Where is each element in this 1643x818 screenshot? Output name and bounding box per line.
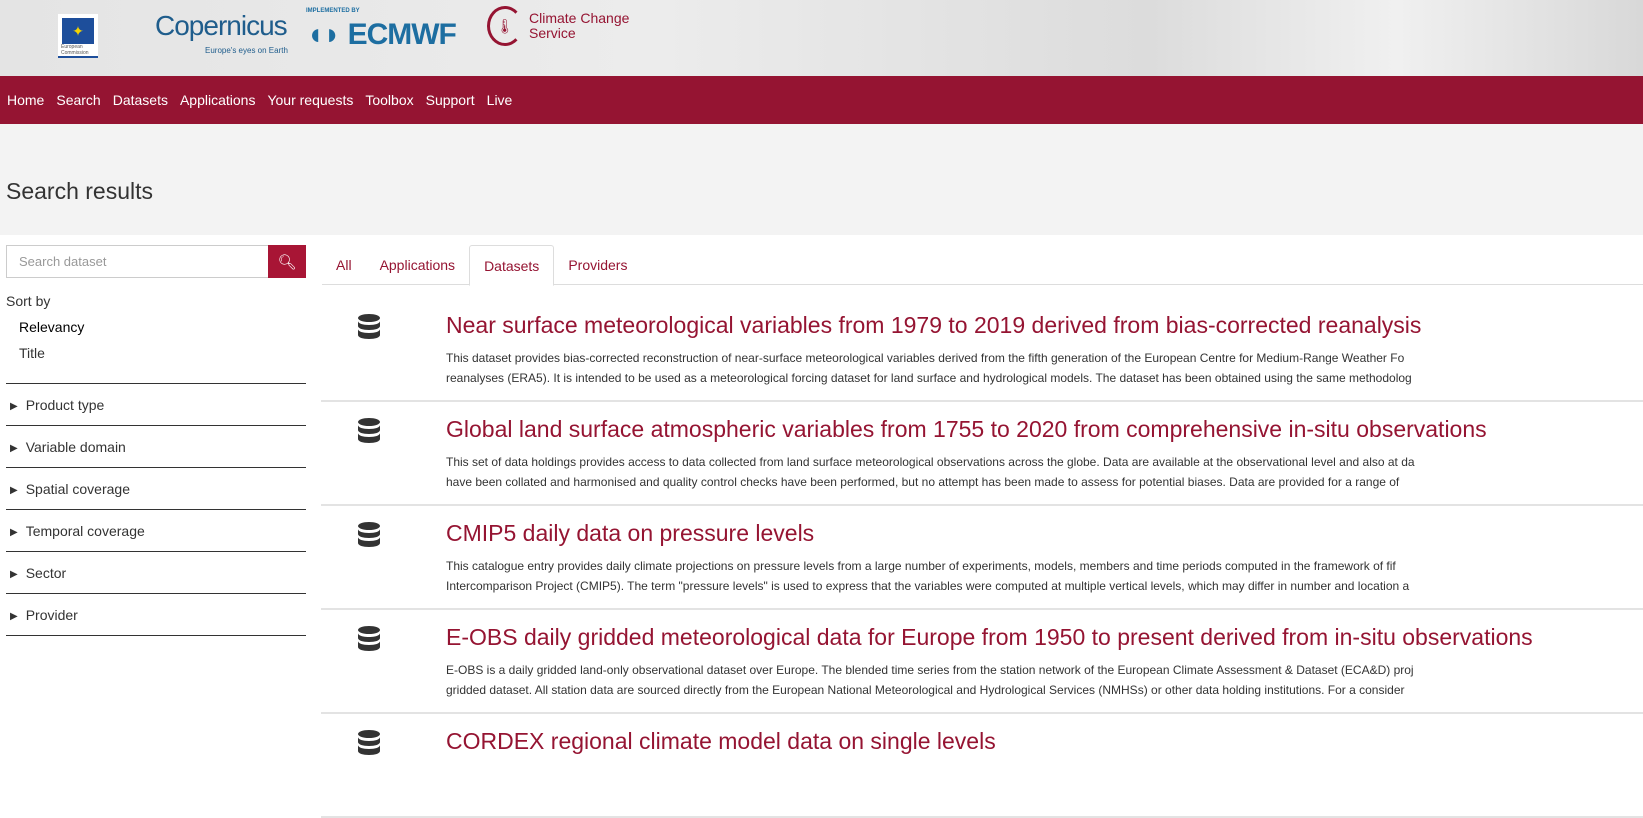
search-icon: 🔍︎ [277, 253, 297, 271]
nav-toolbox[interactable]: Toolbox [365, 92, 413, 108]
tab-datasets[interactable]: Datasets [469, 245, 555, 286]
sort-option-relevancy[interactable]: Relevancy [19, 319, 84, 335]
result-title[interactable]: CMIP5 daily data on pressure levels [446, 520, 814, 547]
caret-right-icon: ▶ [10, 569, 18, 580]
database-icon [358, 626, 380, 651]
facet-list: ▶ Product type ▶ Variable domain ▶ Spatial … [6, 383, 306, 636]
main-nav: Home Search Datasets Applications Your r… [0, 76, 1643, 124]
result-item: CMIP5 daily data on pressure levels This … [321, 506, 1643, 610]
tab-all[interactable]: All [322, 245, 366, 285]
caret-right-icon: ▶ [10, 443, 18, 454]
facet-provider[interactable]: ▶ Provider [6, 594, 306, 636]
sort-option-title[interactable]: Title [19, 345, 45, 361]
database-icon [358, 730, 380, 755]
site-header: ✦ European Commission Copernicus Europe's e… [0, 0, 1643, 76]
result-title[interactable]: Near surface meteorological variables fr… [446, 312, 1421, 339]
database-icon [358, 314, 380, 339]
database-icon [358, 522, 380, 547]
result-title[interactable]: Global land surface atmospheric variable… [446, 416, 1487, 443]
nav-search[interactable]: Search [56, 92, 100, 108]
facet-variable-domain[interactable]: ▶ Variable domain [6, 426, 306, 468]
result-title[interactable]: CORDEX regional climate model data on si… [446, 728, 996, 755]
search-form: 🔍︎ [6, 245, 306, 278]
title-band: Search results [0, 124, 1643, 235]
nav-datasets[interactable]: Datasets [113, 92, 168, 108]
result-description: This set of data holdings provides acces… [446, 455, 1415, 489]
climate-change-service-logo[interactable]: 🌡 Climate Change Service [487, 6, 629, 46]
result-item: Global land surface atmospheric variable… [321, 402, 1643, 506]
nav-your-requests[interactable]: Your requests [267, 92, 353, 108]
facet-product-type[interactable]: ▶ Product type [6, 384, 306, 426]
result-item: Near surface meteorological variables fr… [321, 298, 1643, 402]
facet-sector[interactable]: ▶ Sector [6, 552, 306, 594]
tab-providers[interactable]: Providers [554, 245, 641, 285]
copernicus-logo[interactable]: Copernicus Europe's eyes on Earth [155, 10, 288, 55]
search-input[interactable] [6, 245, 268, 278]
facet-temporal-coverage[interactable]: ▶ Temporal coverage [6, 510, 306, 552]
nav-applications[interactable]: Applications [180, 92, 256, 108]
result-title[interactable]: E-OBS daily gridded meteorological data … [446, 624, 1533, 651]
european-commission-logo[interactable]: ✦ European Commission [58, 14, 98, 58]
caret-right-icon: ▶ [10, 401, 18, 412]
tab-applications[interactable]: Applications [366, 245, 470, 285]
caret-right-icon: ▶ [10, 527, 18, 538]
facet-spatial-coverage[interactable]: ▶ Spatial coverage [6, 468, 306, 510]
caret-right-icon: ▶ [10, 611, 18, 622]
result-description: This dataset provides bias-corrected rec… [446, 351, 1412, 385]
nav-live[interactable]: Live [487, 92, 513, 108]
page-title: Search results [6, 178, 154, 204]
sort-label: Sort by [6, 293, 51, 309]
nav-support[interactable]: Support [426, 92, 475, 108]
thermometer-icon: 🌡 [487, 6, 523, 46]
caret-right-icon: ▶ [10, 485, 18, 496]
nav-home[interactable]: Home [7, 92, 44, 108]
search-button[interactable]: 🔍︎ [268, 245, 306, 278]
database-icon [358, 418, 380, 443]
result-tabs: All Applications Datasets Providers [322, 245, 1643, 286]
result-item: E-OBS daily gridded meteorological data … [321, 610, 1643, 714]
result-description: This catalogue entry provides daily clim… [446, 559, 1410, 593]
result-description: E-OBS is a daily gridded land-only obser… [446, 663, 1414, 697]
result-item: CORDEX regional climate model data on si… [321, 714, 1643, 818]
results-list: Near surface meteorological variables fr… [321, 298, 1643, 818]
